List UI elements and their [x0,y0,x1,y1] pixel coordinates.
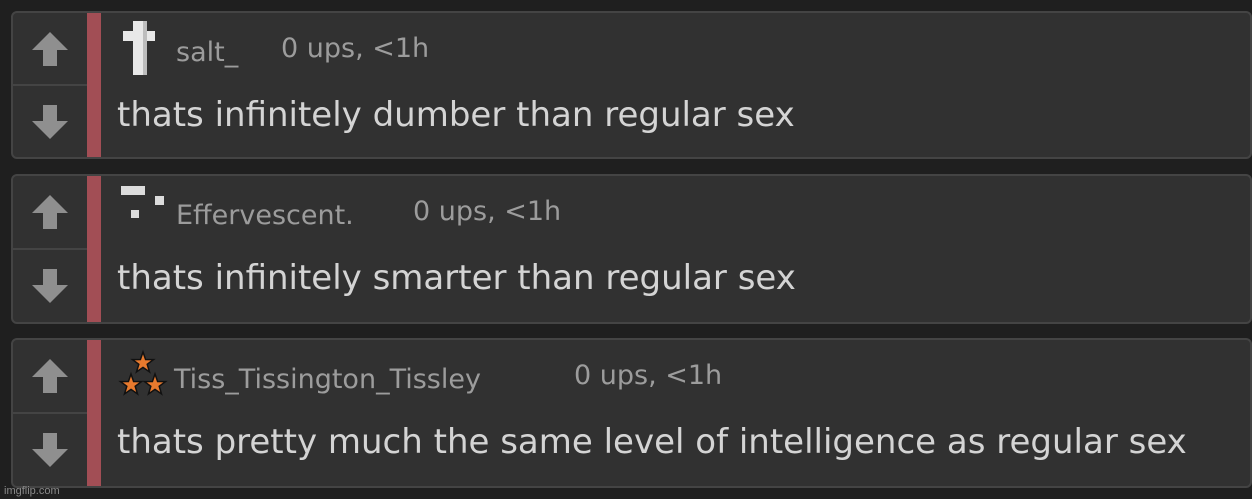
comment-card: Tiss_Tissington_Tissley 0 ups, <1h thats… [11,338,1252,488]
star-cluster-avatar-icon[interactable] [117,340,169,404]
watermark: imgflip.com [4,485,60,497]
username[interactable]: Tiss_Tissington_Tissley [174,364,481,396]
arrow-up-icon [32,195,68,229]
comment-accent-bar [87,176,101,322]
vote-controls [13,176,87,322]
comment-text: thats infinitely smarter than regular se… [117,258,796,298]
arrow-down-icon [32,269,68,303]
arrow-down-icon [32,104,68,139]
arrow-up-icon [32,31,68,66]
downvote-button[interactable] [13,86,87,157]
username[interactable]: Effervescent. [176,200,354,232]
comment-card: Effervescent. 0 ups, <1h thats infinitel… [11,174,1252,324]
upvote-button[interactable] [13,13,87,86]
comment-stats: 0 ups, <1h [281,33,430,64]
comment-stats: 0 ups, <1h [413,196,562,227]
comment-text: thats pretty much the same level of inte… [117,422,1187,462]
comment-meta: salt_ 0 ups, <1h [117,13,1250,75]
comment-card: salt_ 0 ups, <1h thats infinitely dumber… [11,11,1252,159]
comment-meta: Tiss_Tissington_Tissley 0 ups, <1h [117,340,1250,400]
vote-controls [13,340,87,486]
upvote-button[interactable] [13,340,87,414]
upvote-button[interactable] [13,176,87,250]
arrow-down-icon [32,433,68,467]
username[interactable]: salt_ [176,37,238,69]
downvote-button[interactable] [13,414,87,486]
arrow-up-icon [32,359,68,393]
user-avatar-icon[interactable] [117,176,169,240]
comment-text: thats infinitely dumber than regular sex [117,95,795,135]
vote-controls [13,13,87,157]
comment-meta: Effervescent. 0 ups, <1h [117,176,1250,236]
downvote-button[interactable] [13,250,87,322]
user-avatar-icon[interactable] [117,13,169,77]
comment-stats: 0 ups, <1h [574,360,723,391]
comment-accent-bar [87,13,101,157]
comment-accent-bar [87,340,101,486]
